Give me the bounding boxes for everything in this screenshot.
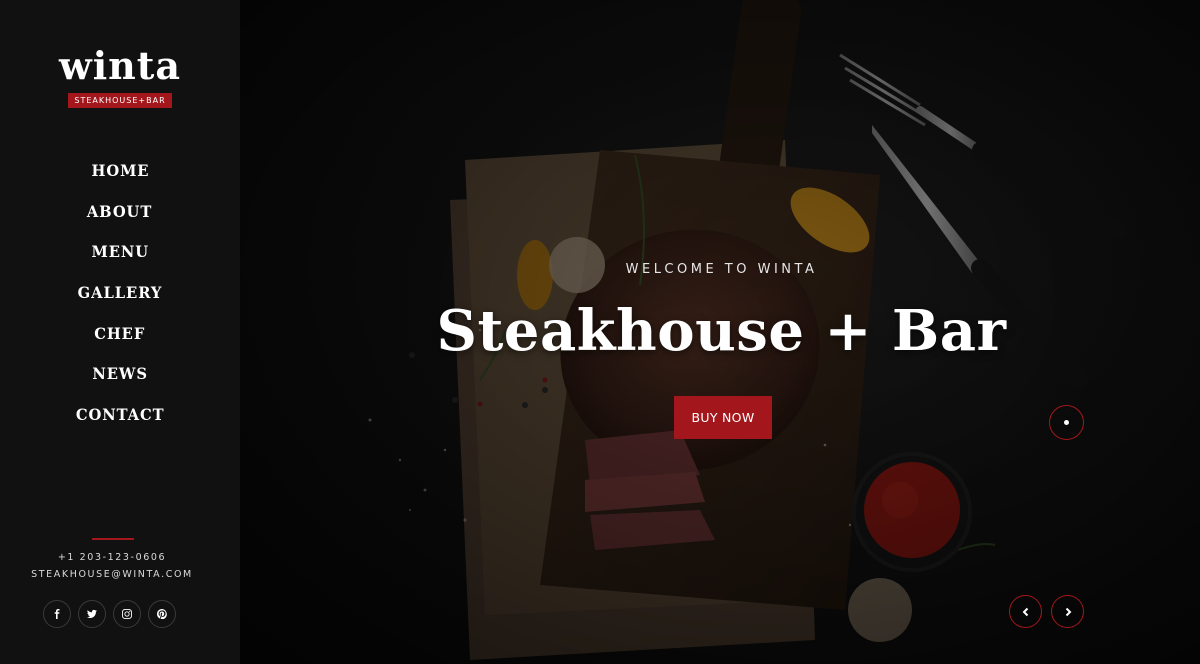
email-address[interactable]: STEAKHOUSE@WINTA.COM (0, 569, 224, 580)
nav-item-news: NEWS (0, 353, 240, 394)
slide-dot[interactable] (1049, 405, 1084, 440)
logo[interactable]: winta STEAKHOUSE+BAR (0, 44, 240, 108)
nav-item-home: HOME (0, 150, 240, 191)
facebook-button[interactable] (43, 600, 71, 628)
instagram-icon (122, 609, 132, 619)
hero-section: WELCOME TO WINTA Steakhouse + Bar BUY NO… (240, 0, 1200, 664)
twitter-icon (87, 609, 97, 618)
nav-link-contact[interactable]: CONTACT (76, 405, 165, 424)
social-links (43, 600, 176, 628)
slider-prev-button[interactable] (1009, 595, 1042, 628)
buy-now-button[interactable]: BUY NOW (674, 396, 772, 439)
nav-link-news[interactable]: NEWS (92, 364, 148, 383)
facebook-icon (54, 609, 60, 619)
logo-tagline: STEAKHOUSE+BAR (68, 93, 172, 108)
main-nav: HOME ABOUT MENU GALLERY CHEF NEWS CONTAC… (0, 150, 240, 435)
chevron-right-icon (1065, 607, 1071, 616)
nav-link-chef[interactable]: CHEF (95, 324, 146, 343)
sidebar-divider (92, 538, 134, 540)
pinterest-button[interactable] (148, 600, 176, 628)
instagram-button[interactable] (113, 600, 141, 628)
nav-link-gallery[interactable]: GALLERY (78, 283, 163, 302)
twitter-button[interactable] (78, 600, 106, 628)
chevron-left-icon (1022, 607, 1028, 616)
nav-link-home[interactable]: HOME (91, 161, 149, 180)
nav-link-menu[interactable]: MENU (91, 242, 148, 261)
nav-item-gallery: GALLERY (0, 272, 240, 313)
hero-eyebrow: WELCOME TO WINTA (625, 262, 818, 277)
sidebar: winta STEAKHOUSE+BAR HOME ABOUT MENU GAL… (0, 0, 240, 664)
phone-number[interactable]: +1 203-123-0606 (0, 552, 224, 563)
pinterest-icon (157, 609, 167, 619)
dot-icon (1064, 420, 1069, 425)
nav-link-about[interactable]: ABOUT (87, 202, 152, 221)
slider-next-button[interactable] (1051, 595, 1084, 628)
hero-title: Steakhouse + Bar (436, 298, 1007, 364)
nav-item-menu: MENU (0, 231, 240, 272)
logo-wordmark: winta (59, 43, 181, 88)
nav-item-chef: CHEF (0, 313, 240, 354)
nav-item-about: ABOUT (0, 191, 240, 232)
nav-item-contact: CONTACT (0, 394, 240, 435)
